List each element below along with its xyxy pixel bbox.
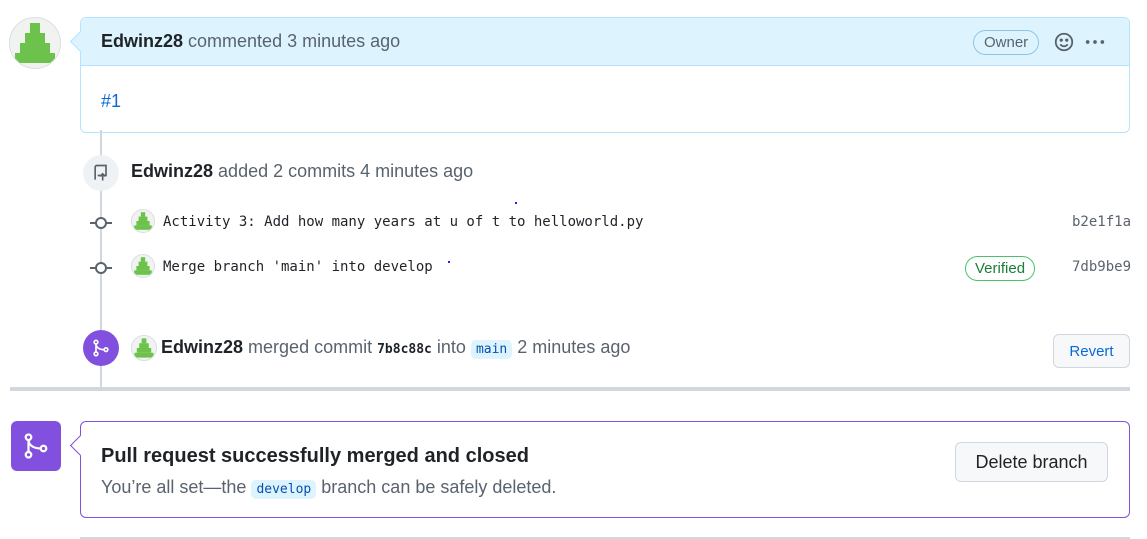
- commit-node: [95, 262, 107, 274]
- timeline-divider: [10, 387, 1130, 391]
- merge-event-verb: merged commit: [248, 337, 373, 357]
- merge-event-time[interactable]: 2 minutes ago: [517, 337, 630, 357]
- commits-event-text: Edwinz28 added 2 commits 4 minutes ago: [131, 161, 473, 182]
- commit-author-avatar[interactable]: [131, 254, 155, 278]
- merged-status-box: Pull request successfully merged and clo…: [80, 421, 1130, 518]
- issue-link[interactable]: #1: [101, 91, 121, 111]
- commits-event-author[interactable]: Edwinz28: [131, 161, 213, 181]
- git-merge-icon: [93, 339, 109, 357]
- merged-status-sub-b: branch can be safely deleted.: [321, 477, 557, 497]
- merge-event-badge: [83, 330, 119, 366]
- comment-box: Edwinz28 commented 3 minutes ago Owner #…: [80, 17, 1130, 133]
- kebab-menu-icon[interactable]: [1084, 31, 1106, 53]
- comment-author[interactable]: Edwinz28: [101, 31, 183, 52]
- commit-node: [95, 217, 107, 229]
- merge-author-avatar[interactable]: [131, 335, 157, 361]
- commit-author-avatar[interactable]: [131, 209, 155, 233]
- owner-badge: Owner: [973, 30, 1040, 55]
- source-branch[interactable]: develop: [251, 480, 317, 499]
- merged-status-title: Pull request successfully merged and clo…: [101, 445, 529, 467]
- commit-sha[interactable]: 7db9be9: [1072, 259, 1131, 275]
- verified-badge[interactable]: Verified: [965, 256, 1036, 281]
- git-merge-icon: [24, 433, 48, 459]
- comment-meta[interactable]: commented 3 minutes ago: [188, 31, 400, 52]
- comment-body: #1: [81, 66, 1129, 137]
- merge-event-into: into: [436, 337, 466, 357]
- merged-status-badge: [11, 421, 61, 471]
- commit-sha[interactable]: b2e1f1a: [1072, 214, 1131, 230]
- delete-branch-button[interactable]: Delete branch: [955, 442, 1108, 482]
- commits-event-description: added 2 commits 4 minutes ago: [218, 161, 474, 181]
- merge-commit-sha[interactable]: 7b8c88c: [377, 342, 432, 357]
- comment-header: Edwinz28 commented 3 minutes ago Owner: [81, 18, 1129, 66]
- merge-event-text: Edwinz28 merged commit 7b8c88c into main…: [161, 337, 630, 359]
- smile-icon[interactable]: [1053, 31, 1075, 53]
- target-branch[interactable]: main: [470, 340, 513, 359]
- merge-event-author[interactable]: Edwinz28: [161, 337, 243, 357]
- stray-pixel: [448, 261, 450, 263]
- commit-message[interactable]: Merge branch 'main' into develop: [163, 259, 433, 275]
- revert-button[interactable]: Revert: [1053, 334, 1130, 368]
- stray-pixel: [515, 202, 517, 204]
- comment-author-avatar[interactable]: [9, 17, 61, 69]
- repo-push-badge: [83, 155, 119, 191]
- repo-push-icon: [94, 164, 107, 181]
- merged-status-sub-a: You’re all set—the: [101, 477, 247, 497]
- merged-status-subtitle: You’re all set—the develop branch can be…: [101, 477, 557, 499]
- commit-message[interactable]: Activity 3: Add how many years at u of t…: [163, 214, 643, 230]
